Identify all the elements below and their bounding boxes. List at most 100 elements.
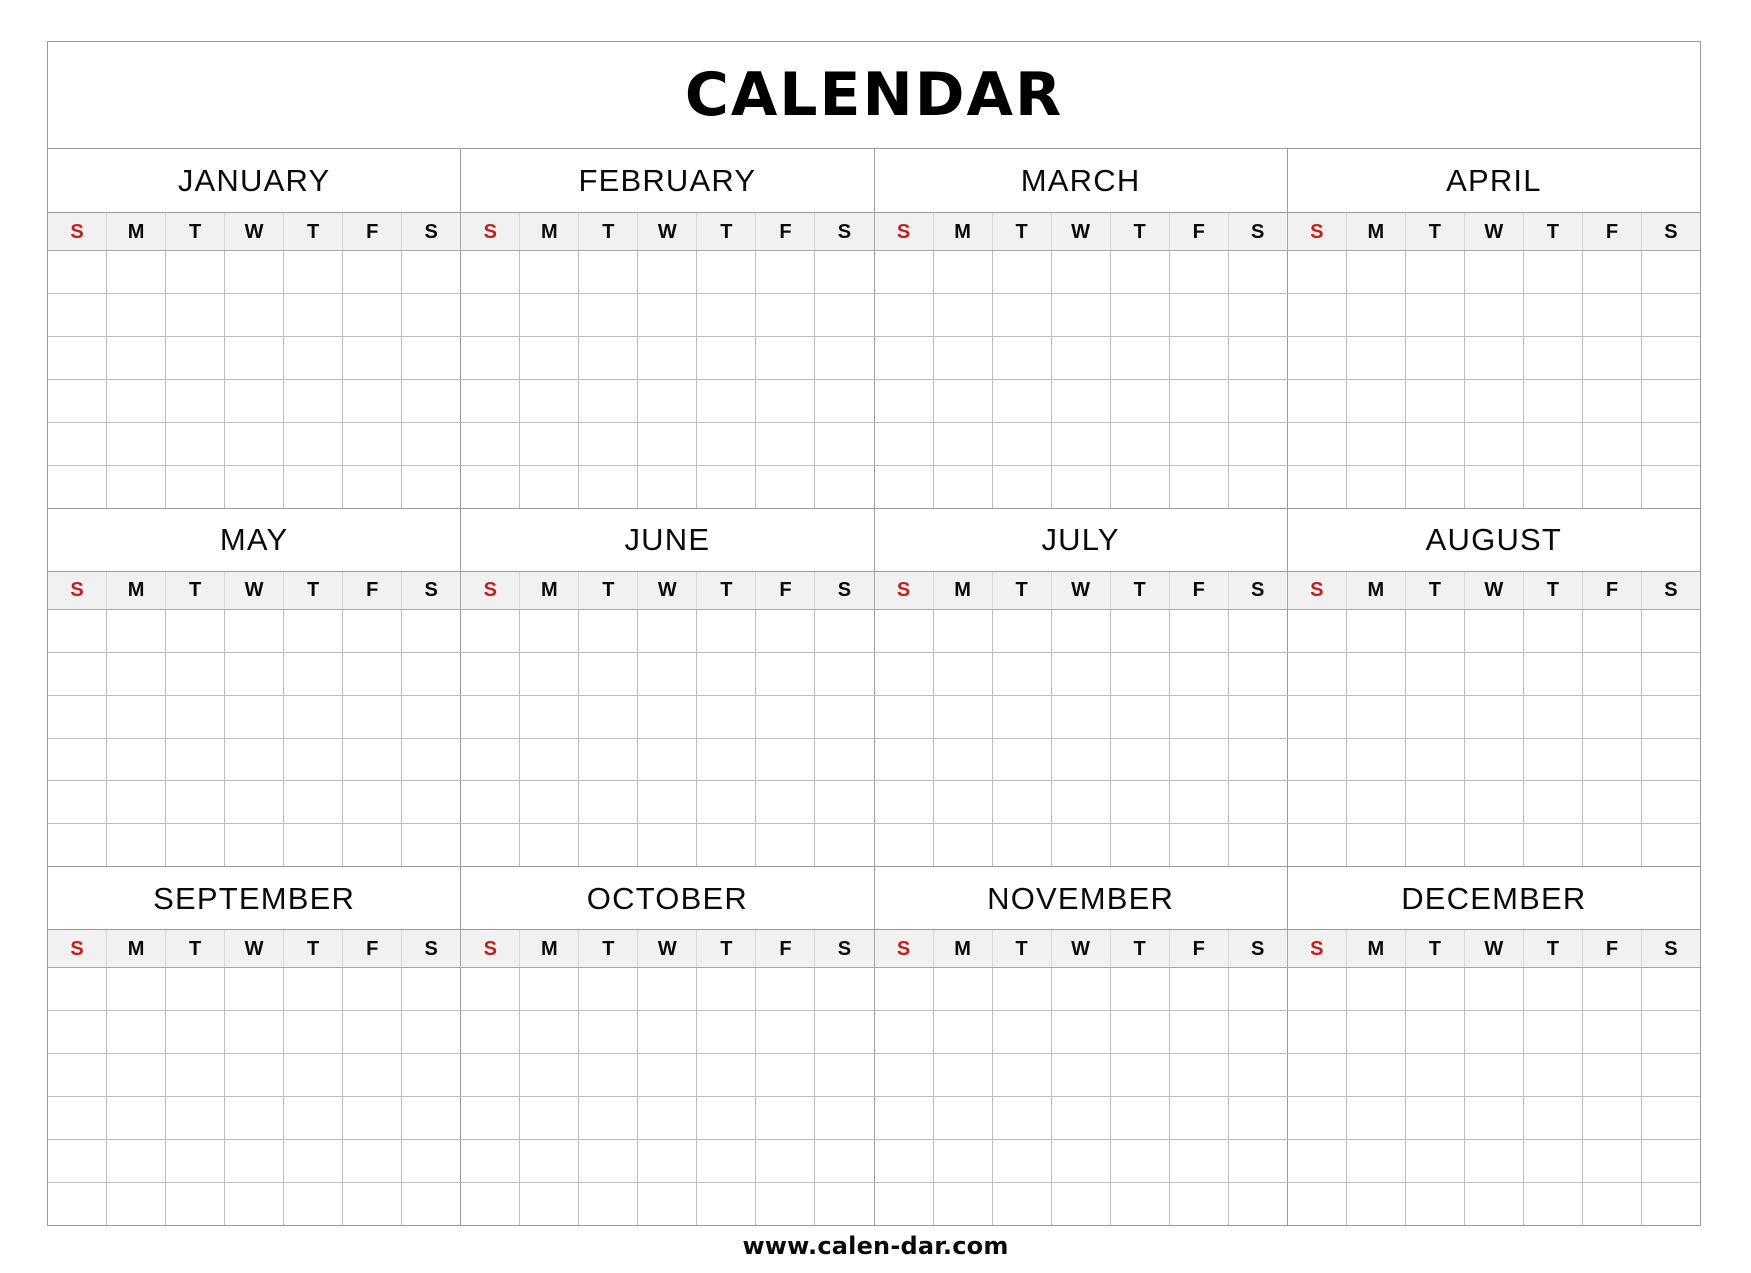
day-cell[interactable] <box>461 336 521 379</box>
day-cell[interactable] <box>992 1140 1052 1183</box>
day-cell[interactable] <box>933 781 993 824</box>
day-cell[interactable] <box>48 781 108 824</box>
day-cell[interactable] <box>933 379 993 422</box>
day-cell[interactable] <box>1641 1140 1700 1183</box>
day-cell[interactable] <box>1582 379 1642 422</box>
day-cell[interactable] <box>1346 1183 1406 1226</box>
day-cell[interactable] <box>1641 1097 1700 1140</box>
day-cell[interactable] <box>1287 251 1347 293</box>
day-cell[interactable] <box>48 251 108 293</box>
day-cell[interactable] <box>1582 1011 1642 1054</box>
day-cell[interactable] <box>1582 251 1642 293</box>
day-cell[interactable] <box>1405 293 1465 336</box>
day-cell[interactable] <box>874 251 934 293</box>
day-cell[interactable] <box>48 465 108 508</box>
day-cell[interactable] <box>520 695 580 738</box>
day-cell[interactable] <box>874 1140 934 1183</box>
day-cell[interactable] <box>284 422 344 465</box>
day-cell[interactable] <box>402 1097 461 1140</box>
month-header-may[interactable]: MAY <box>48 508 462 571</box>
day-cell[interactable] <box>1110 379 1170 422</box>
day-cell[interactable] <box>1228 465 1287 508</box>
day-cell[interactable] <box>1287 1183 1347 1226</box>
day-cell[interactable] <box>638 465 698 508</box>
day-cell[interactable] <box>1287 738 1347 781</box>
day-cell[interactable] <box>933 738 993 781</box>
day-cell[interactable] <box>1641 293 1700 336</box>
day-cell[interactable] <box>1169 336 1229 379</box>
day-cell[interactable] <box>520 1183 580 1226</box>
day-cell[interactable] <box>166 336 226 379</box>
day-cell[interactable] <box>1287 695 1347 738</box>
day-cell[interactable] <box>48 824 108 867</box>
day-cell[interactable] <box>1464 968 1524 1011</box>
day-cell[interactable] <box>1523 968 1583 1011</box>
day-cell[interactable] <box>343 336 403 379</box>
month-header-june[interactable]: JUNE <box>461 508 875 571</box>
day-cell[interactable] <box>815 336 874 379</box>
day-cell[interactable] <box>166 379 226 422</box>
day-cell[interactable] <box>1641 738 1700 781</box>
day-cell[interactable] <box>461 1054 521 1097</box>
day-cell[interactable] <box>1228 422 1287 465</box>
day-cell[interactable] <box>166 422 226 465</box>
day-cell[interactable] <box>1287 336 1347 379</box>
day-cell[interactable] <box>107 1140 167 1183</box>
day-cell[interactable] <box>1641 609 1700 652</box>
day-cell[interactable] <box>343 652 403 695</box>
day-cell[interactable] <box>461 824 521 867</box>
day-cell[interactable] <box>638 1140 698 1183</box>
day-cell[interactable] <box>1523 824 1583 867</box>
day-cell[interactable] <box>1523 609 1583 652</box>
day-cell[interactable] <box>874 465 934 508</box>
day-cell[interactable] <box>107 968 167 1011</box>
month-header-march[interactable]: MARCH <box>874 149 1288 212</box>
day-cell[interactable] <box>166 465 226 508</box>
day-cell[interactable] <box>343 1140 403 1183</box>
day-cell[interactable] <box>1464 379 1524 422</box>
day-cell[interactable] <box>1641 1054 1700 1097</box>
day-cell[interactable] <box>1228 781 1287 824</box>
day-cell[interactable] <box>107 336 167 379</box>
day-cell[interactable] <box>225 465 285 508</box>
day-cell[interactable] <box>579 968 639 1011</box>
day-cell[interactable] <box>107 1097 167 1140</box>
day-cell[interactable] <box>697 695 757 738</box>
day-cell[interactable] <box>1110 422 1170 465</box>
day-cell[interactable] <box>1110 738 1170 781</box>
day-cell[interactable] <box>579 379 639 422</box>
day-cell[interactable] <box>48 609 108 652</box>
day-cell[interactable] <box>1051 1011 1111 1054</box>
day-cell[interactable] <box>1287 1140 1347 1183</box>
day-cell[interactable] <box>815 1097 874 1140</box>
day-cell[interactable] <box>874 781 934 824</box>
day-cell[interactable] <box>1287 1054 1347 1097</box>
day-cell[interactable] <box>1228 652 1287 695</box>
day-cell[interactable] <box>1228 293 1287 336</box>
day-cell[interactable] <box>1051 609 1111 652</box>
day-cell[interactable] <box>1523 293 1583 336</box>
day-cell[interactable] <box>520 609 580 652</box>
day-cell[interactable] <box>107 652 167 695</box>
day-cell[interactable] <box>284 1140 344 1183</box>
day-cell[interactable] <box>225 1183 285 1226</box>
day-cell[interactable] <box>520 379 580 422</box>
day-cell[interactable] <box>284 1011 344 1054</box>
day-cell[interactable] <box>461 695 521 738</box>
day-cell[interactable] <box>756 1097 816 1140</box>
day-cell[interactable] <box>815 1054 874 1097</box>
day-cell[interactable] <box>1110 293 1170 336</box>
day-cell[interactable] <box>343 1183 403 1226</box>
day-cell[interactable] <box>756 968 816 1011</box>
day-cell[interactable] <box>933 465 993 508</box>
day-cell[interactable] <box>402 968 461 1011</box>
day-cell[interactable] <box>992 379 1052 422</box>
day-cell[interactable] <box>992 293 1052 336</box>
day-cell[interactable] <box>166 609 226 652</box>
day-cell[interactable] <box>992 824 1052 867</box>
day-cell[interactable] <box>638 652 698 695</box>
day-cell[interactable] <box>1287 379 1347 422</box>
day-cell[interactable] <box>225 609 285 652</box>
day-cell[interactable] <box>343 1011 403 1054</box>
day-cell[interactable] <box>1169 1011 1229 1054</box>
